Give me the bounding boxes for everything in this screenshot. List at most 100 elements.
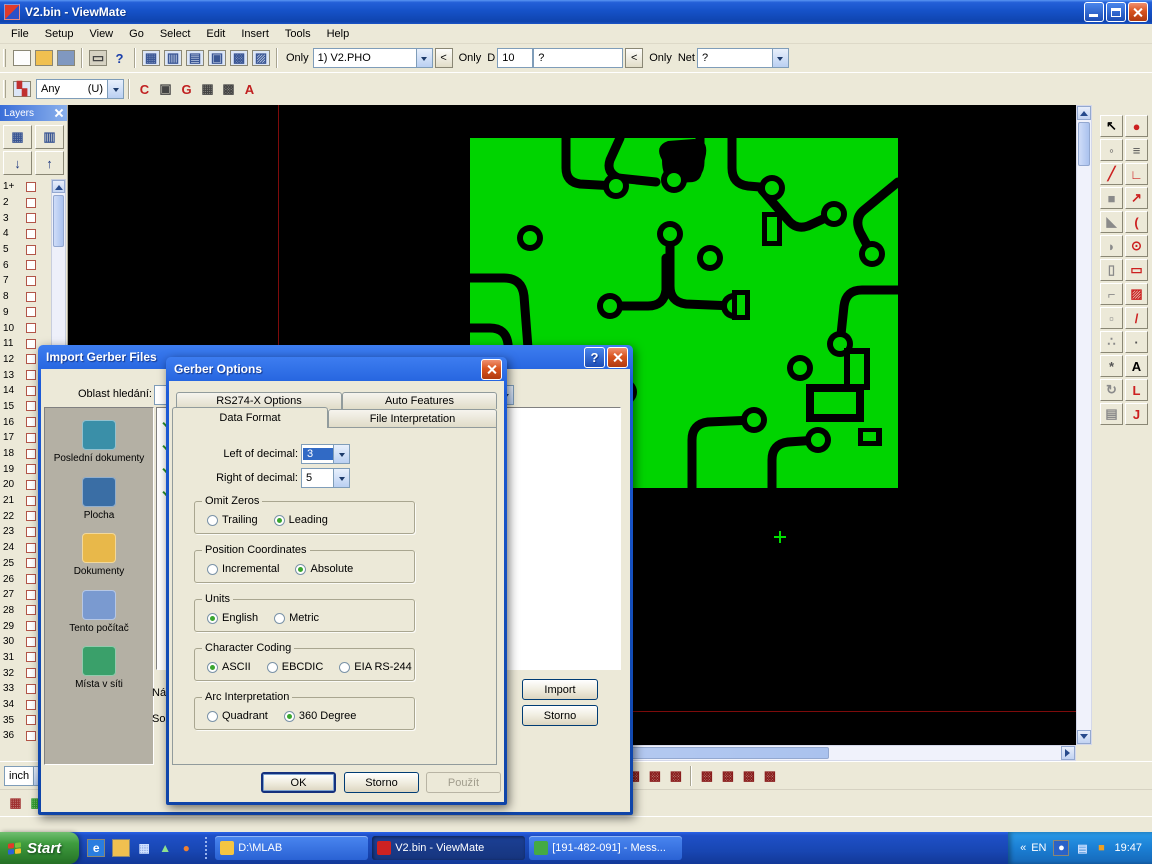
board-1-icon[interactable]: ▩	[696, 766, 717, 786]
layer-down-icon[interactable]: ↓	[3, 151, 32, 175]
chevron-down-icon[interactable]	[107, 80, 123, 98]
film-box-icon[interactable]: ▣	[208, 50, 226, 66]
polyline-tool-icon[interactable]: ∟	[1125, 163, 1148, 185]
minimize-button[interactable]	[1084, 2, 1104, 22]
layer-row[interactable]: 10	[0, 320, 50, 336]
menu-help[interactable]: Help	[319, 26, 358, 42]
selection-filter-combo[interactable]: Any (U)	[36, 79, 124, 99]
layer-visibility-checkbox[interactable]	[26, 496, 36, 506]
radio-button[interactable]	[295, 564, 306, 575]
start-button[interactable]: Start	[0, 832, 79, 864]
scroll-thumb[interactable]	[53, 195, 64, 247]
highlight-component-icon[interactable]: C	[134, 79, 155, 99]
place-item[interactable]: Dokumenty	[45, 533, 153, 578]
aperture-table-icon[interactable]: ▥	[164, 50, 182, 66]
layer-row[interactable]: 6	[0, 257, 50, 273]
layer-visibility-checkbox[interactable]	[26, 449, 36, 459]
radio-eia-rs-244[interactable]: EIA RS-244	[339, 661, 411, 673]
close-icon[interactable]	[55, 109, 63, 117]
only-layer-label[interactable]: Only	[286, 52, 309, 64]
menu-edit[interactable]: Edit	[198, 26, 233, 42]
place-item[interactable]: Poslední dokumenty	[45, 420, 153, 465]
radio-button[interactable]	[284, 711, 295, 722]
place-item[interactable]: Plocha	[45, 477, 153, 522]
layer-visibility-checkbox[interactable]	[26, 229, 36, 239]
folder-icon[interactable]	[112, 839, 130, 857]
scroll-up-icon[interactable]	[52, 180, 65, 193]
layer-visibility-checkbox[interactable]	[26, 260, 36, 270]
scroll-up-icon[interactable]	[1077, 106, 1091, 120]
letter-j-tool-icon[interactable]: J	[1125, 403, 1148, 425]
grid-dots-icon[interactable]: ▩	[230, 50, 248, 66]
layer-combo[interactable]: 1) V2.PHO	[313, 48, 433, 68]
highlight-group-icon[interactable]: G	[176, 79, 197, 99]
chevron-down-icon[interactable]	[333, 445, 349, 463]
gerber-options-titlebar[interactable]: Gerber Options	[169, 357, 504, 381]
layer-row[interactable]: 4	[0, 226, 50, 242]
radio-button[interactable]	[207, 613, 218, 624]
toolbar-grip[interactable]	[3, 80, 6, 98]
circle-tool-icon[interactable]: ⊙	[1125, 235, 1148, 257]
prev-layer-button[interactable]: <	[435, 48, 453, 68]
import-button[interactable]: Import	[522, 679, 598, 700]
tab-auto-features[interactable]: Auto Features	[342, 392, 497, 409]
ok-button[interactable]: OK	[261, 772, 336, 793]
radio-button[interactable]	[267, 662, 278, 673]
radio-english[interactable]: English	[207, 612, 258, 624]
place-item[interactable]: Místa v síti	[45, 646, 153, 691]
corner-tool-icon[interactable]: ⌐	[1100, 283, 1123, 305]
filled-rect-tool-icon[interactable]: ■	[1100, 187, 1123, 209]
layer-visibility-checkbox[interactable]	[26, 198, 36, 208]
radio-button[interactable]	[339, 662, 350, 673]
layer-visibility-checkbox[interactable]	[26, 605, 36, 615]
arc-tool-icon[interactable]: (	[1125, 211, 1148, 233]
language-indicator[interactable]: EN	[1031, 842, 1046, 854]
radio-leading[interactable]: Leading	[274, 514, 328, 526]
snap-grid-icon[interactable]: ▦	[197, 79, 218, 99]
highlight-aperture-icon[interactable]: A	[239, 79, 260, 99]
layer-visibility-checkbox[interactable]	[26, 543, 36, 553]
sketch-line-tool-icon[interactable]: /	[1125, 307, 1148, 329]
layer-color-icon[interactable]: ▚	[13, 81, 31, 97]
layer-visibility-checkbox[interactable]	[26, 417, 36, 427]
layer-visibility-checkbox[interactable]	[26, 182, 36, 192]
layers-table-icon[interactable]: ▦	[3, 125, 32, 149]
layer-visibility-checkbox[interactable]	[26, 652, 36, 662]
layer-visibility-checkbox[interactable]	[26, 292, 36, 302]
pad-tool-icon[interactable]: ●	[1125, 115, 1148, 137]
radio-quadrant[interactable]: Quadrant	[207, 710, 268, 722]
cancel-button[interactable]: Storno	[522, 705, 598, 726]
radio-button[interactable]	[274, 515, 285, 526]
taskbar-task[interactable]: D:\MLAB	[215, 836, 368, 860]
context-help-icon[interactable]: ?	[109, 48, 130, 68]
chevron-down-icon[interactable]	[416, 49, 432, 67]
layer-visibility-checkbox[interactable]	[26, 213, 36, 223]
layer-visibility-checkbox[interactable]	[26, 433, 36, 443]
cancel-button[interactable]: Storno	[344, 772, 419, 793]
tray-alert-icon[interactable]: ■	[1093, 840, 1109, 856]
desktop-icon[interactable]: ▦	[135, 839, 153, 857]
green-arrow-icon[interactable]: ▲	[156, 839, 174, 857]
radio-button[interactable]	[207, 564, 218, 575]
snap-pad-icon[interactable]: ▩	[218, 79, 239, 99]
layer-row[interactable]: 3	[0, 210, 50, 226]
vector-tool-icon[interactable]: ↗	[1125, 187, 1148, 209]
taskbar-task[interactable]: V2.bin - ViewMate	[372, 836, 525, 860]
stack-tool-icon[interactable]: ≡	[1125, 139, 1148, 161]
rounded-rect-tool-icon[interactable]: ▭	[1125, 259, 1148, 281]
place-item[interactable]: Tento počítač	[45, 590, 153, 635]
only-dcode-label[interactable]: Only	[459, 52, 482, 64]
board-4-icon[interactable]: ▩	[759, 766, 780, 786]
radio-button[interactable]	[274, 613, 285, 624]
dots-tool-icon[interactable]: ∴	[1100, 331, 1123, 353]
layer-visibility-checkbox[interactable]	[26, 558, 36, 568]
layer-visibility-checkbox[interactable]	[26, 527, 36, 537]
radio-button[interactable]	[207, 711, 218, 722]
layer-table-icon[interactable]: ▤	[186, 50, 204, 66]
menu-file[interactable]: File	[3, 26, 37, 42]
layer-visibility-checkbox[interactable]	[26, 401, 36, 411]
tray-lang-icon[interactable]: ●	[1053, 840, 1069, 856]
close-button[interactable]	[481, 359, 502, 380]
select-net-icon[interactable]: ▣	[155, 79, 176, 99]
tab-data-format[interactable]: Data Format	[172, 407, 328, 428]
